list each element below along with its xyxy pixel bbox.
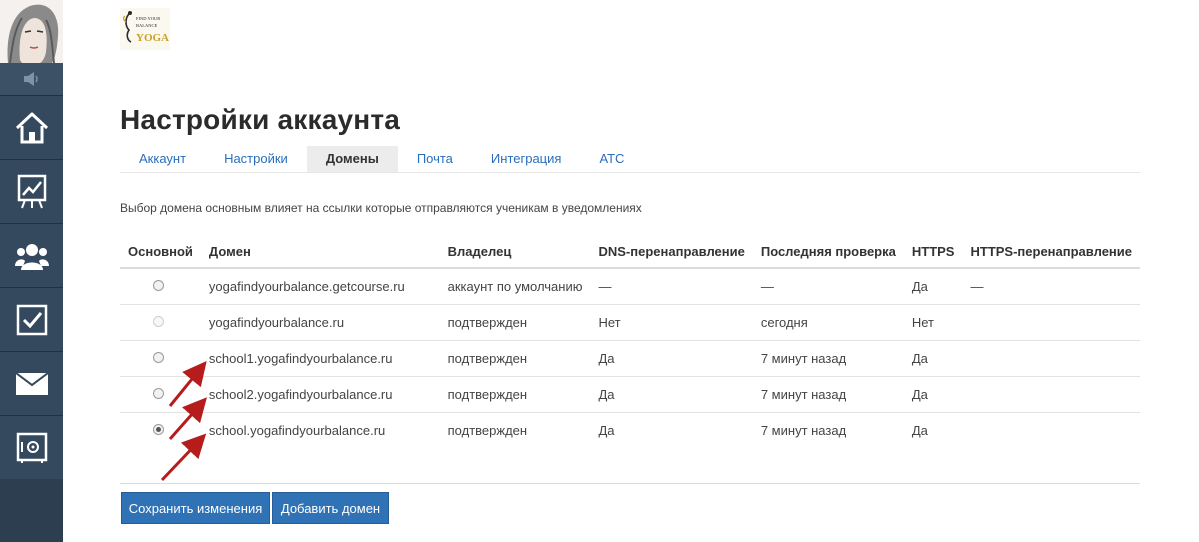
domains-table: Основной Домен Владелец DNS-перенаправле… [120, 235, 1140, 448]
chart-icon[interactable] [0, 159, 63, 223]
https-cell[interactable]: Да [903, 376, 963, 413]
tab-2[interactable]: Домены [306, 146, 398, 172]
domain-cell[interactable]: school1.yogafindyourbalance.ru [200, 340, 440, 377]
primary-cell [120, 340, 201, 377]
sidebar [0, 0, 63, 542]
tasks-icon[interactable] [0, 287, 63, 351]
primary-cell [120, 268, 201, 305]
col-header-owner: Владелец [439, 235, 591, 269]
logo-text-3: YOGA [136, 32, 169, 44]
domain-hint-text: Выбор домена основным влияет на ссылки к… [120, 201, 642, 215]
tab-3[interactable]: Почта [398, 146, 472, 172]
save-button[interactable]: Сохранить изменения [121, 492, 270, 524]
primary-cell [120, 412, 201, 448]
owner-cell: подтвержден [439, 376, 591, 413]
tab-5[interactable]: АТС [580, 146, 643, 172]
tab-bar: Аккаунт Настройки Домены Почта Интеграция АТС [120, 146, 1140, 173]
safe-icon[interactable] [0, 415, 63, 479]
last-check-cell: — [752, 268, 904, 305]
logo[interactable]: FIND YOUR BALANCE YOGA [120, 8, 170, 50]
https-redirect-cell [962, 412, 1140, 448]
last-check-cell: 7 минут назад [760, 422, 847, 438]
https-redirect-cell [962, 304, 1140, 341]
last-check-cell: 7 минут назад [752, 340, 904, 377]
col-header-https: HTTPS [903, 235, 963, 269]
domain-cell[interactable]: school2.yogafindyourbalance.ru [200, 376, 440, 413]
divider [120, 483, 1140, 484]
primary-cell [120, 304, 201, 341]
col-header-primary: Основной [120, 235, 201, 269]
domain-cell: yogafindyourbalance.getcourse.ru [200, 268, 440, 305]
primary-cell [120, 376, 201, 413]
tab-4[interactable]: Интеграция [472, 146, 581, 172]
primary-radio[interactable] [153, 423, 164, 435]
col-header-last-check: Последняя проверка [752, 235, 904, 269]
dns-cell: Да [598, 422, 615, 438]
mail-icon[interactable] [0, 351, 63, 415]
avatar[interactable] [0, 0, 63, 63]
primary-radio[interactable] [153, 351, 164, 363]
dns-cell: — [590, 268, 753, 305]
logo-text-2: BALANCE [136, 23, 158, 28]
primary-radio[interactable] [153, 279, 164, 291]
table-row: school.yogafindyourbalance.ru подтвержден… [120, 412, 1140, 448]
users-icon[interactable] [0, 223, 63, 287]
dns-cell: Да [590, 376, 753, 413]
https-redirect-cell [962, 340, 1140, 377]
col-header-https-redirect: HTTPS-перенаправление [962, 235, 1140, 269]
table-row: yogafindyourbalance.getcourse.ru аккаунт … [120, 268, 1140, 305]
logo-text-1: FIND YOUR [136, 16, 160, 21]
col-header-domain: Домен [200, 235, 440, 269]
last-check-cell: 7 минут назад [752, 376, 904, 413]
owner-cell: подтвержден [439, 304, 591, 341]
tab-1[interactable]: Настройки [205, 146, 307, 172]
table-row: yogafindyourbalance.ru подтвержден Нет сего… [120, 304, 1140, 341]
table-row: school2.yogafindyourbalance.ru подтвержде… [120, 376, 1140, 413]
owner-cell: подтвержден [439, 340, 591, 377]
https-redirect-cell [962, 376, 1140, 413]
primary-radio [153, 315, 164, 327]
add-domain-button[interactable]: Добавить домен [272, 492, 389, 524]
primary-radio[interactable] [153, 387, 164, 399]
page-title: Настройки аккаунта [120, 104, 401, 135]
domain-cell[interactable]: yogafindyourbalance.ru [200, 304, 440, 341]
table-row: school1.yogafindyourbalance.ru подтвержде… [120, 340, 1140, 377]
owner-cell: подтвержден [447, 422, 528, 438]
tab-0[interactable]: Аккаунт [120, 146, 205, 172]
last-check-cell: сегодня [752, 304, 904, 341]
dns-cell: Нет [590, 304, 753, 341]
https-cell[interactable]: Да [903, 340, 963, 377]
https-cell: Да [903, 268, 963, 305]
home-icon[interactable] [0, 95, 63, 159]
table-header-row: Основной Домен Владелец DNS-перенаправле… [120, 235, 1140, 269]
domain-cell[interactable]: school.yogafindyourbalance.ru [201, 412, 440, 448]
owner-cell: аккаунт по умолчанию [439, 268, 591, 305]
dns-cell: Да [590, 340, 753, 377]
speaker-icon[interactable] [0, 63, 63, 95]
col-header-dns: DNS-перенаправление [590, 235, 753, 269]
https-cell[interactable]: Да [904, 412, 963, 448]
https-cell[interactable]: Нет [903, 304, 963, 341]
https-redirect-cell: — [962, 268, 1140, 305]
